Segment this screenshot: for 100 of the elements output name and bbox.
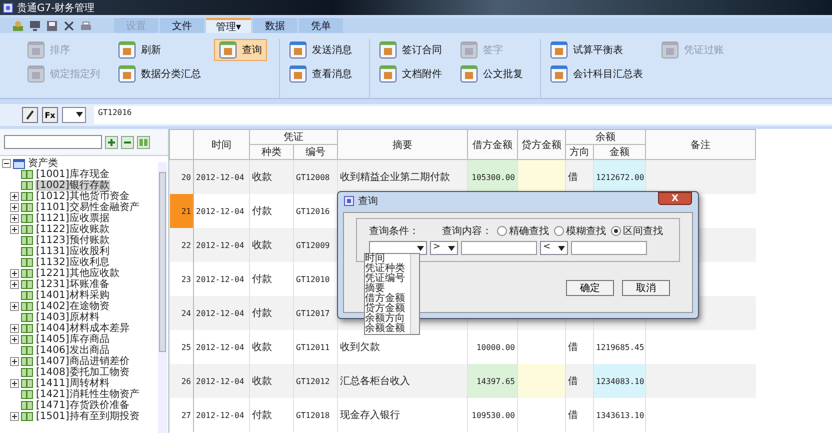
expand-icon[interactable] (10, 203, 19, 212)
expand-icon[interactable] (10, 225, 19, 234)
dropdown-option[interactable]: 借方金额 (365, 294, 410, 304)
tree-item[interactable]: [1001]库存现金 (35, 169, 110, 180)
tree-item[interactable]: [1101]交易性金融资产 (35, 202, 140, 213)
dropdown-option[interactable]: 贷方金额 (365, 304, 410, 314)
to-value-field[interactable] (571, 241, 647, 255)
dropdown-option[interactable]: 凭证编号 (365, 274, 410, 284)
dropdown-option[interactable]: 凭证种类 (365, 264, 410, 274)
column-header: 备注 (646, 130, 756, 160)
cut-icon[interactable] (63, 20, 75, 32)
operator-dropdown[interactable]: > (430, 241, 458, 255)
ribbon-button[interactable]: 签订合同 (374, 39, 447, 61)
book-icon (21, 269, 33, 278)
tree-item[interactable]: [1411]周转材料 (35, 378, 110, 389)
row-header[interactable]: 20 (170, 160, 194, 194)
formula-field[interactable]: GT12016 (94, 106, 832, 124)
expand-icon[interactable] (10, 280, 19, 289)
caret-icon (558, 246, 565, 251)
save-icon[interactable] (46, 20, 58, 32)
table-cell: 2012-12-04 (194, 296, 250, 330)
ribbon-button[interactable]: 查看消息 (284, 63, 357, 85)
ribbon-tab[interactable]: 文件 (160, 18, 204, 33)
ribbon-button[interactable]: 公文批复 (455, 63, 528, 85)
tree-item[interactable]: [1131]应收股利 (35, 246, 110, 257)
app-icon (3, 2, 13, 12)
tree-item[interactable]: [1002]银行存款 (35, 180, 110, 191)
tree-item[interactable]: [1501]持有至到期投资 (35, 411, 140, 422)
expand-icon[interactable] (10, 335, 19, 344)
scrollbar[interactable] (410, 254, 419, 334)
ribbon-button[interactable]: 会计科目汇总表 (545, 63, 648, 85)
tree-item[interactable]: [1122]应收账款 (35, 224, 110, 235)
dropdown-option[interactable]: 时间 (365, 254, 410, 264)
ribbon-tab[interactable]: 管理▾ (206, 18, 252, 33)
from-value-field[interactable] (461, 241, 537, 255)
ribbon-button[interactable]: 试算平衡表 (545, 39, 648, 61)
sheet-icon (460, 41, 478, 59)
tree-item[interactable]: [1471]存货跌价准备 (35, 400, 130, 411)
dropdown-option[interactable]: 摘要 (365, 284, 410, 294)
tree-item[interactable]: [1404]材料成本差异 (35, 323, 130, 334)
row-header[interactable]: 22 (170, 228, 194, 262)
function-button[interactable]: Fx (42, 107, 58, 123)
expand-all-button[interactable] (105, 136, 118, 148)
ribbon-button[interactable]: 文档附件 (374, 63, 447, 85)
tree-item[interactable]: [1405]库存商品 (35, 334, 110, 345)
tree-item[interactable]: [1402]在途物资 (35, 301, 110, 312)
expand-icon[interactable] (10, 214, 19, 223)
radio-option[interactable]: 模糊查找 (554, 224, 606, 238)
book-button[interactable] (137, 136, 150, 148)
row-header[interactable]: 27 (170, 398, 194, 432)
dialog-button[interactable]: 取消 (622, 280, 670, 296)
ribbon-button[interactable]: 刷新 (113, 39, 206, 61)
dialog-icon (344, 196, 354, 206)
tree-item[interactable]: [1408]委托加工物资 (35, 367, 130, 378)
tree-item[interactable]: [1407]商品进销差价 (35, 356, 130, 367)
book-icon (21, 302, 33, 311)
tree-item[interactable]: [1123]预付账款 (35, 235, 110, 246)
ribbon-button[interactable]: 发送消息 (284, 39, 357, 61)
row-header[interactable]: 26 (170, 364, 194, 398)
row-header[interactable]: 21 (170, 194, 194, 228)
ribbon-button[interactable]: 数据分类汇总 (113, 63, 206, 85)
ribbon-button[interactable]: 查询 (214, 39, 267, 61)
tree-item[interactable]: [1121]应收票据 (35, 213, 110, 224)
radio-option[interactable]: 精确查找 (497, 224, 549, 238)
tree-item[interactable]: [1421]消耗性生物资产 (35, 389, 140, 400)
cell-dropdown[interactable] (62, 107, 86, 123)
tree-item[interactable]: [1406]发出商品 (35, 345, 110, 356)
table-cell: GT12017 (294, 296, 338, 330)
tree-item[interactable]: [1012]其他货币资金 (35, 191, 130, 202)
computer-icon[interactable] (29, 20, 41, 32)
expand-icon[interactable] (10, 357, 19, 366)
expand-icon[interactable] (10, 302, 19, 311)
tree-item[interactable]: [1221]其他应收款 (35, 268, 120, 279)
search-field[interactable] (4, 135, 102, 149)
scrollbar[interactable] (158, 162, 167, 433)
ribbon-tab[interactable]: 数据 (253, 18, 298, 33)
edit-button[interactable] (22, 107, 38, 123)
sheet-icon (118, 65, 136, 83)
close-button[interactable]: X (658, 192, 692, 205)
tree-item[interactable]: [1401]材料采购 (35, 290, 110, 301)
expand-icon[interactable] (10, 324, 19, 333)
tree-item[interactable]: 资产类 (27, 158, 59, 169)
row-header[interactable]: 25 (170, 330, 194, 364)
dialog-button[interactable]: 确定 (566, 280, 614, 296)
expand-icon[interactable] (10, 379, 19, 388)
tree-item[interactable]: [1231]坏账准备 (35, 279, 110, 290)
printer-icon[interactable] (80, 20, 92, 32)
row-header[interactable]: 23 (170, 262, 194, 296)
row-header[interactable]: 24 (170, 296, 194, 330)
ribbon-tab[interactable]: 凭单 (299, 18, 344, 33)
radio-option[interactable]: 区间查找 (611, 224, 663, 238)
collapse-icon[interactable] (2, 159, 11, 168)
tree-item[interactable]: [1132]应收利息 (35, 257, 110, 268)
tree-item[interactable]: [1403]原材料 (35, 312, 100, 323)
expand-icon[interactable] (10, 412, 19, 421)
expand-icon[interactable] (10, 269, 19, 278)
dropdown-option[interactable]: 余额方向 (365, 314, 410, 324)
collapse-all-button[interactable] (121, 136, 134, 148)
expand-icon[interactable] (10, 192, 19, 201)
operator-dropdown[interactable]: < (540, 241, 568, 255)
